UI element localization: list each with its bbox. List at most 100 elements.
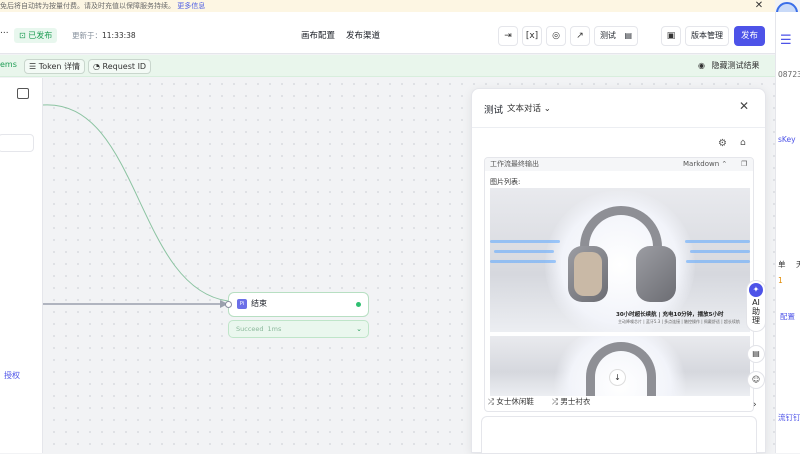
format-label: Markdown [683,160,720,168]
format-toggle[interactable]: Markdown ⌃ [683,158,727,171]
notice-bar: 免后将自动转为按量付费。请及时充值以保障服务持续。 更多信息 [0,0,775,12]
suggestion-label: 男士衬衣 [560,397,591,406]
canvas-connections [41,104,229,308]
chat-mode-label: 文本对话 [507,104,542,114]
node-run-status[interactable]: Succeed 1ms ⌄ [228,320,369,338]
trend-icon[interactable]: ↗ [570,26,590,46]
token-detail-button[interactable]: ☰ Token 详情 [24,59,86,74]
sidebar-icon[interactable] [17,88,29,99]
database-icon: ☰ [29,62,37,71]
variable-icon[interactable]: [x] [522,26,542,46]
close-icon[interactable]: ✕ [752,0,766,12]
chevron-down-icon: ⌄ [356,325,362,333]
run-duration: 1ms [267,325,282,333]
sound-wave [690,250,750,253]
chevron-down-icon: ⌄ [543,104,551,114]
updated-time: 11:33:38 [102,31,136,40]
export-icon[interactable]: ⇥ [498,26,518,46]
image-subcaption: 主动降噪芯片 | 蓝牙5.3 | 多点连接 | 触控操作 | 佩戴舒适 | 超长… [618,319,740,324]
settings-icon[interactable]: ⚙ [718,138,727,149]
suggestion-chip[interactable]: ⤮ 女士休闲鞋 [488,396,534,407]
arrow-down-icon[interactable]: ↓ [609,369,626,386]
suggestion-row: ⤮ 女士休闲鞋 ⤮ 男士衬衣 [484,395,754,409]
success-dot [356,302,361,307]
sound-wave [686,260,750,263]
run-status-text: Succeed [236,325,264,333]
test-button[interactable]: 测试 ▤ [594,26,638,46]
bg-text: 单 [778,260,786,269]
chat-mode-select[interactable]: 文本对话 ⌄ [507,102,551,114]
request-id-button[interactable]: ◔ Request ID [88,59,152,74]
bg-text: 1 [778,276,783,285]
ai-label-1: AI [752,298,760,307]
sound-wave [685,240,750,243]
copy-icon[interactable]: ❐ [741,158,747,171]
headphone-cushion [574,252,602,296]
suggestion-label: 女士休闲鞋 [496,397,534,406]
clock-icon: ◔ [93,62,100,71]
doc-icon: ▤ [624,31,633,40]
divider [472,127,765,128]
eye-icon: ◉ [698,61,705,70]
save-icon[interactable]: ▣ [661,26,681,46]
output-label: 工作流最终输出 [490,160,539,168]
bg-text: 08723 [778,70,800,79]
sound-wave [490,240,560,243]
sound-wave [490,260,556,263]
product-image[interactable]: 30小时超长续航 | 充电10分钟，播放5小时 主动降噪芯片 | 蓝牙5.3 |… [490,188,750,332]
debug-bar: ems ☰ Token 详情 ◔ Request ID ◉ 隐藏测试结果 [0,55,775,77]
chat-input[interactable] [481,416,757,454]
version-management-button[interactable]: 版本管理 [685,26,729,46]
end-node-title: 结束 [251,299,267,308]
star-icon: ✦ [749,283,763,297]
close-icon[interactable]: ✕ [739,99,749,113]
bg-text: 配置 [780,312,795,321]
sound-wave [494,250,554,253]
updated-label: 更新于： [72,31,102,40]
notice-text: 免后将自动转为按量付费。请及时充值以保障服务持续。 [0,2,175,10]
end-node[interactable]: Pi 结束 [228,292,369,317]
test-button-label: 测试 [599,31,616,40]
end-node-icon: Pi [237,299,247,309]
expand-icon[interactable]: ☰ [780,33,792,48]
request-id-label: Request ID [102,62,147,71]
bg-text: sKey [778,135,796,144]
notice-more-link[interactable]: 更多信息 [177,2,205,10]
status-text: 已发布 [28,31,53,40]
ai-label-2: 助 [752,307,760,316]
authorize-link[interactable]: 授权 [4,370,20,381]
end-node-input-port[interactable] [225,301,232,308]
settings-icon[interactable]: ◎ [546,26,566,46]
test-panel: 测试 文本对话 ⌄ ✕ ⚙ ⌂ 工作流最终输出 Markdown ⌃ ❐ 图片列… [471,88,766,454]
shuffle-icon: ⤮ [488,397,494,406]
trash-icon[interactable]: ⌂ [740,138,746,148]
header: ... ⊡ 已发布 更新于：11:33:38 画布配置 发布渠道 ⇥ [x] ◎… [0,12,775,54]
status-badge: ⊡ 已发布 [14,28,58,43]
image-caption: 30小时超长续航 | 充电10分钟，播放5小时 [616,312,724,318]
token-detail-label: Token 详情 [38,62,81,71]
image-list-label: 图片列表: [490,178,521,186]
background-page-strip: ☰ 08723 sKey 单 天 1 配置 流钉钉 [775,12,800,453]
debug-items-text: ems [0,60,17,69]
bg-text: 天 [796,259,800,270]
test-panel-title: 测试 [484,105,504,116]
chevron-right-icon[interactable]: › [753,400,757,410]
emoji-icon[interactable]: ☺ [747,371,765,389]
tab-publish-channel[interactable]: 发布渠道 [346,27,380,45]
breadcrumb-more[interactable]: ... [0,26,9,36]
bg-text: 流钉钉 [778,413,800,422]
suggestion-chip[interactable]: ⤮ 男士衬衣 [552,396,590,407]
tab-canvas-config[interactable]: 画布配置 [301,27,335,45]
updated-info: 更新于：11:33:38 [72,30,136,41]
publish-button[interactable]: 发布 [734,26,765,46]
headphone-cup-right [636,246,676,302]
ai-assistant-button[interactable]: ✦ AI 助 理 [746,280,766,332]
hide-test-result-button[interactable]: ◉ 隐藏测试结果 [698,59,760,73]
edge-curve [41,104,229,302]
config-input[interactable] [0,134,34,152]
shuffle-icon: ⤮ [552,397,558,406]
product-image[interactable] [490,336,750,396]
doc-icon[interactable]: ▤ [747,345,765,363]
ai-label-3: 理 [752,316,760,325]
node-config-panel: 授权 [0,78,43,453]
